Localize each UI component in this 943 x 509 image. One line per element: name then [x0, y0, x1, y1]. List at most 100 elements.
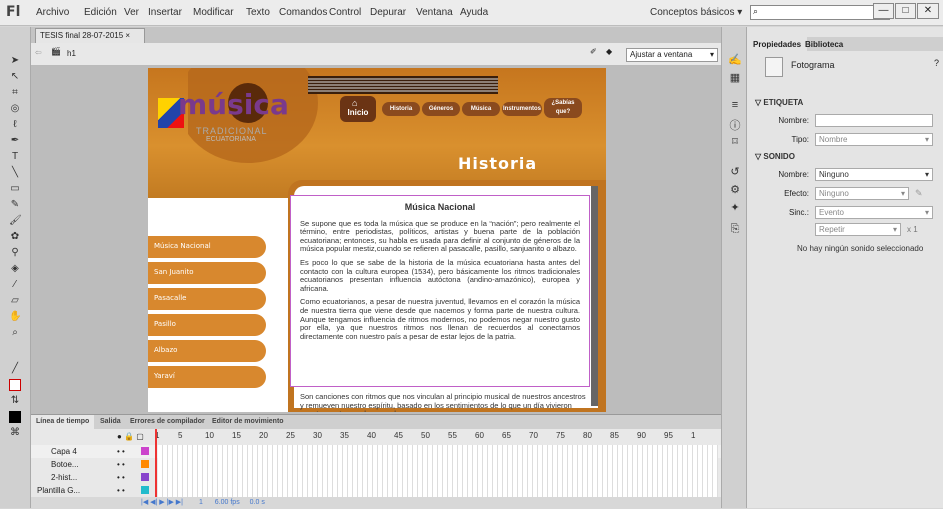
- stage[interactable]: música TRADICIONAL ECUATORIANA ⌂ Inicio H…: [148, 68, 606, 412]
- code-snippets-icon[interactable]: ⎘: [728, 223, 742, 237]
- nav-musica[interactable]: Música: [462, 102, 500, 116]
- text-tool-icon[interactable]: T: [9, 151, 21, 163]
- menu-ayuda[interactable]: Ayuda: [460, 7, 488, 18]
- info-icon[interactable]: ⓘ: [728, 117, 742, 132]
- repeat-count[interactable]: x 1: [907, 225, 918, 234]
- zoom-select[interactable]: Ajustar a ventana ▾: [626, 48, 718, 62]
- close-button[interactable]: ✕: [917, 3, 939, 19]
- maximize-button[interactable]: □: [895, 3, 916, 19]
- 3d-rotation-tool-icon[interactable]: ◎: [9, 103, 21, 115]
- snap-icon[interactable]: ⌘: [9, 427, 21, 439]
- frame-icon: [765, 57, 783, 77]
- pen-tool-icon[interactable]: ✒: [9, 135, 21, 147]
- eyedropper-icon[interactable]: ⁄: [9, 279, 21, 291]
- layer-visibility-icons[interactable]: ● 🔒 ▢: [117, 432, 144, 441]
- document-tab[interactable]: TESIS final 28-07-2015 ×: [35, 28, 145, 43]
- nav-instrumentos[interactable]: Instrumentos: [502, 102, 542, 116]
- edit-scene-icon[interactable]: ◆: [606, 47, 612, 56]
- tab-salida[interactable]: Salida: [95, 415, 126, 429]
- text-scrollbar[interactable]: [591, 186, 598, 406]
- menu-ver[interactable]: Ver: [124, 7, 139, 18]
- paint-bucket-icon[interactable]: ◈: [9, 263, 21, 275]
- transform-icon[interactable]: ⌑: [728, 135, 742, 149]
- tab-biblioteca[interactable]: Biblioteca: [799, 37, 849, 51]
- motion-presets-icon[interactable]: ✦: [728, 201, 742, 215]
- menu-depurar[interactable]: Depurar: [370, 7, 406, 18]
- efecto-select[interactable]: Ninguno ▾: [815, 187, 909, 200]
- bone-tool-icon[interactable]: ⚲: [9, 247, 21, 259]
- sidebar-item-yaravi[interactable]: Yaraví: [148, 366, 266, 388]
- subselection-tool-icon[interactable]: ↖: [9, 71, 21, 83]
- sidebar-item-pasacalle[interactable]: Pasacalle: [148, 288, 266, 310]
- scene-name[interactable]: h1: [67, 49, 76, 58]
- sonido-nombre-select[interactable]: Ninguno ▾: [815, 168, 933, 181]
- line-tool-icon[interactable]: ╲: [9, 167, 21, 179]
- workspace-selector[interactable]: Conceptos básicos ▾: [650, 7, 742, 18]
- lasso-tool-icon[interactable]: ℓ: [9, 119, 21, 131]
- layer-row[interactable]: Botoe... • •: [31, 458, 721, 471]
- menu-edicion[interactable]: Edición: [84, 7, 117, 18]
- sidebar-item-pasillo[interactable]: Pasillo: [148, 314, 266, 336]
- black-white-icon[interactable]: [9, 411, 21, 423]
- etiqueta-nombre-field[interactable]: [815, 114, 933, 127]
- edit-symbols-icon[interactable]: ✐: [590, 47, 597, 56]
- menu-archivo[interactable]: Archivo: [36, 7, 69, 18]
- grid-icon[interactable]: ▦: [728, 71, 742, 85]
- menu-control[interactable]: Control: [329, 7, 361, 18]
- layer-row[interactable]: Plantilla G... • •: [31, 484, 721, 497]
- layer-frames[interactable]: [158, 471, 718, 484]
- tab-propiedades[interactable]: Propiedades: [747, 37, 808, 51]
- brush-tool-icon[interactable]: 🖌: [9, 215, 22, 227]
- playback-controls[interactable]: |◀ ◀| ▶ |▶ ▶|: [141, 499, 183, 506]
- repetir-select[interactable]: Repetir ▾: [815, 223, 901, 236]
- rectangle-tool-icon[interactable]: ▭: [9, 183, 21, 195]
- layer-frames[interactable]: [158, 458, 718, 471]
- history-icon[interactable]: ↺: [728, 165, 742, 179]
- nav-generos[interactable]: Géneros: [422, 102, 460, 116]
- sidebar-item-san-juanito[interactable]: San Juanito: [148, 262, 266, 284]
- nav-inicio-button[interactable]: ⌂ Inicio: [340, 96, 376, 122]
- menu-texto[interactable]: Texto: [246, 7, 270, 18]
- components-icon[interactable]: ⚙: [728, 183, 742, 197]
- paint-icon[interactable]: ✍: [728, 53, 742, 67]
- minimize-button[interactable]: —: [873, 3, 894, 19]
- layer-frames[interactable]: [158, 445, 718, 458]
- fill-color-icon[interactable]: [9, 379, 21, 391]
- etiqueta-header[interactable]: ▽ ETIQUETA: [755, 98, 803, 107]
- nav-sabias-que[interactable]: ¿Sabías que?: [544, 98, 582, 118]
- deco-tool-icon[interactable]: ✿: [9, 231, 21, 243]
- logo-ecuatoriana: ECUATORIANA: [206, 136, 256, 143]
- menu-insertar[interactable]: Insertar: [148, 7, 182, 18]
- help-icon[interactable]: ?: [934, 58, 939, 68]
- align-icon[interactable]: ≡: [728, 99, 742, 113]
- hand-tool-icon[interactable]: ✋: [9, 311, 21, 323]
- etiqueta-tipo-select[interactable]: Nombre ▾: [815, 133, 933, 146]
- menu-modificar[interactable]: Modificar: [193, 7, 234, 18]
- sidebar-item-albazo[interactable]: Albazo: [148, 340, 266, 362]
- back-arrow-icon[interactable]: ⇦: [35, 48, 42, 57]
- edit-pencil-icon[interactable]: ✎: [915, 188, 923, 199]
- close-icon[interactable]: ×: [125, 31, 130, 40]
- tab-linea-de-tiempo[interactable]: Línea de tiempo: [31, 415, 95, 429]
- stroke-color-icon[interactable]: ╱: [9, 363, 21, 375]
- sonido-header[interactable]: ▽ SONIDO: [755, 152, 795, 161]
- pencil-tool-icon[interactable]: ✎: [9, 199, 21, 211]
- sidebar-item-musica-nacional[interactable]: Música Nacional: [148, 236, 266, 258]
- eraser-icon[interactable]: ▱: [9, 295, 21, 307]
- text-box[interactable]: Música Nacional Se supone que es toda la…: [290, 195, 590, 387]
- swap-colors-icon[interactable]: ⇅: [9, 395, 21, 407]
- tab-editor-movimiento[interactable]: Editor de movimiento: [207, 415, 289, 429]
- menu-comandos[interactable]: Comandos: [279, 7, 327, 18]
- selection-tool-icon[interactable]: ➤: [9, 55, 21, 67]
- search-input[interactable]: ⌕: [750, 5, 890, 20]
- zoom-tool-icon[interactable]: ⌕: [9, 327, 21, 339]
- menu-ventana[interactable]: Ventana: [416, 7, 453, 18]
- layer-row[interactable]: 2-hist... • •: [31, 471, 721, 484]
- sinc-select[interactable]: Evento ▾: [815, 206, 933, 219]
- layer-frames[interactable]: [158, 484, 718, 497]
- tab-errores[interactable]: Errores de compilador: [125, 415, 210, 429]
- transform-tool-icon[interactable]: ⌗: [9, 87, 21, 99]
- frame-rate[interactable]: 6.00 fps: [215, 499, 240, 506]
- nav-historia[interactable]: Historia: [382, 102, 420, 116]
- layer-row[interactable]: Capa 4 • •: [31, 445, 721, 458]
